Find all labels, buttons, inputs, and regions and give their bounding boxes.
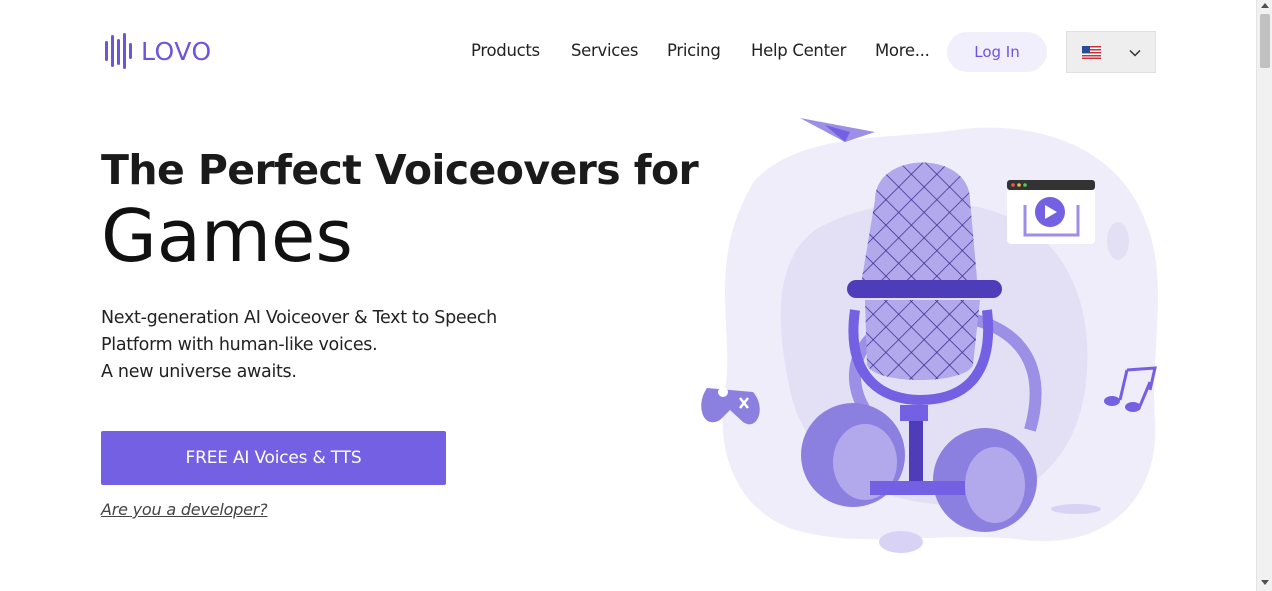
nav-pricing[interactable]: Pricing: [667, 41, 721, 60]
hero-title-highlight: Games: [101, 194, 353, 278]
scroll-down-arrow-icon[interactable]: [1261, 580, 1269, 585]
hero-title: The Perfect Voiceovers for: [101, 146, 699, 194]
nav-help-center[interactable]: Help Center: [751, 41, 846, 60]
language-selector[interactable]: [1066, 31, 1156, 73]
paper-plane-icon: [800, 118, 875, 142]
scrollbar-thumb[interactable]: [1260, 14, 1270, 68]
hero-description: Next-generation AI Voiceover & Text to S…: [101, 305, 497, 386]
description-line: Next-generation AI Voiceover & Text to S…: [101, 308, 497, 328]
video-player-icon: [1007, 180, 1095, 244]
scroll-up-arrow-icon[interactable]: [1261, 3, 1269, 8]
microphone-illustration: [701, 118, 1158, 553]
developer-link[interactable]: Are you a developer?: [101, 500, 268, 519]
sound-wave-logo-icon: [105, 33, 132, 69]
login-button[interactable]: Log In: [947, 32, 1047, 72]
chevron-down-icon: [1129, 49, 1141, 57]
lovo-logo[interactable]: LOVO: [105, 33, 212, 69]
vertical-scrollbar[interactable]: [1256, 0, 1272, 591]
nav-services[interactable]: Services: [571, 41, 638, 60]
description-line: A new universe awaits.: [101, 362, 297, 382]
us-flag-icon: [1082, 46, 1101, 59]
site-header: LOVO Products Services Pricing Help Cent…: [0, 0, 1256, 100]
nav-products[interactable]: Products: [471, 41, 540, 60]
free-ai-voices-button[interactable]: FREE AI Voices & TTS: [101, 431, 446, 485]
logo-text: LOVO: [141, 36, 212, 66]
nav-more[interactable]: More...: [875, 41, 930, 60]
description-line: Platform with human-like voices.: [101, 335, 378, 355]
